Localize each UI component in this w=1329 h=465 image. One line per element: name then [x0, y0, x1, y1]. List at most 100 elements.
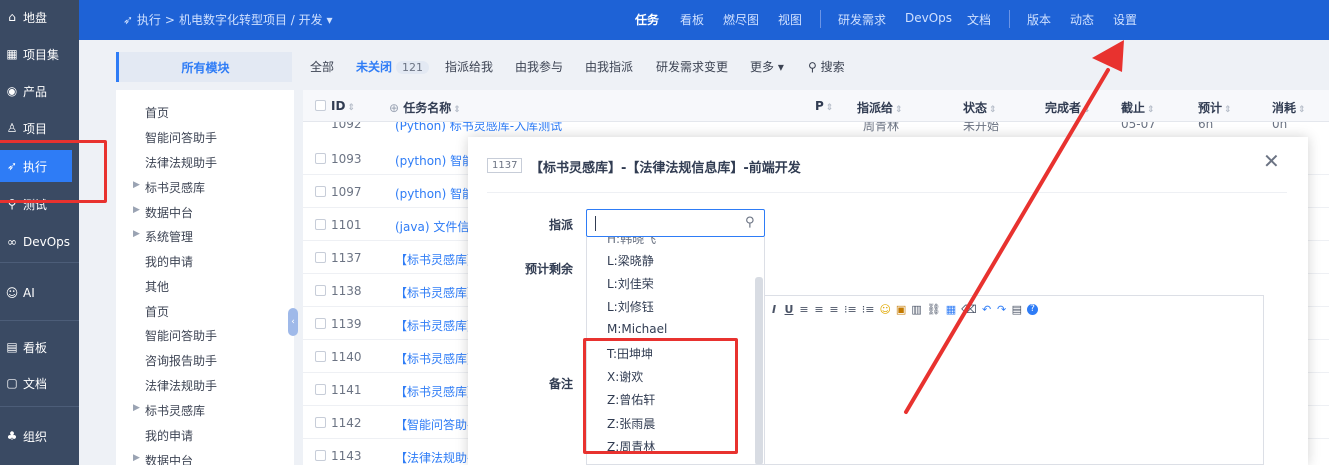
row-checkbox[interactable] [315, 153, 326, 164]
col-estimate[interactable]: 预计 ⇕ [1198, 99, 1232, 116]
assignee-option[interactable]: H:韩晓飞 [607, 237, 656, 247]
undo-icon[interactable]: ↶ [982, 303, 992, 316]
assignee-search-input[interactable]: ⚲ [586, 209, 765, 237]
module-item[interactable]: 法律法规助手 [145, 154, 217, 171]
col-name[interactable]: ⊕ 任务名称 ⇕ [389, 99, 461, 116]
search-button[interactable]: ⚲ 搜索 [808, 58, 845, 75]
col-deadline[interactable]: 截止 ⇕ [1121, 99, 1155, 116]
row-checkbox[interactable] [315, 450, 326, 461]
row-checkbox[interactable] [315, 219, 326, 230]
caret-right-icon[interactable]: ▶ [133, 205, 140, 215]
nav-item-product[interactable]: ◉ 产品 [0, 75, 79, 107]
tab-requirements[interactable]: 研发需求 [838, 11, 886, 28]
table-icon[interactable]: ▦ [946, 303, 956, 316]
redo-icon[interactable]: ↷ [997, 303, 1007, 316]
caret-right-icon[interactable]: ▶ [133, 403, 140, 413]
col-priority[interactable]: P ⇕ [815, 99, 833, 113]
cell-name[interactable]: (python) 智能 [395, 152, 474, 169]
module-item[interactable]: ▶ 标书灵感库 [133, 402, 205, 419]
align-center-icon[interactable]: ≡ [814, 303, 824, 316]
tab-devops[interactable]: DevOps [905, 11, 952, 25]
row-checkbox[interactable] [315, 318, 326, 329]
nav-item-devops[interactable]: ∞ DevOps [0, 226, 79, 258]
source-icon[interactable]: ▤ [1012, 303, 1022, 316]
help-icon[interactable]: ? [1027, 303, 1039, 315]
collapse-sidebar-handle[interactable]: ‹ [288, 308, 298, 336]
tab-version[interactable]: 版本 [1027, 11, 1051, 28]
emoji-icon[interactable]: ☺ [879, 303, 890, 316]
cell-name[interactable]: 【标书灵感库】 [395, 284, 479, 301]
module-item[interactable]: 我的申请 [145, 427, 193, 444]
module-item[interactable]: 法律法规助手 [145, 377, 217, 394]
tab-settings[interactable]: 设置 [1113, 11, 1137, 28]
module-item[interactable]: ▶ 系统管理 [133, 228, 193, 245]
cell-name[interactable]: 【法律法规助手 [395, 449, 479, 465]
tab-kanban[interactable]: 看板 [680, 11, 704, 28]
cell-name[interactable]: (java) 文件信 [395, 218, 469, 235]
caret-right-icon[interactable]: ▶ [133, 453, 140, 463]
col-id[interactable]: ID ⇕ [331, 99, 355, 113]
table-row-partial[interactable]: 1092 (Python) 标书灵感库-入库测试 周青林 未开始 05-07 6… [303, 122, 1329, 134]
module-item[interactable]: 智能问答助手 [145, 327, 217, 344]
module-item[interactable]: 其他 [145, 278, 169, 295]
breadcrumb-path[interactable]: 机电数字化转型项目 / 开发 [179, 13, 323, 27]
ordered-list-icon[interactable]: ⁝≡ [844, 303, 857, 316]
filter-assigned-by-me[interactable]: 由我指派 [585, 58, 633, 75]
breadcrumb-root[interactable]: 执行 [137, 13, 161, 27]
nav-item-kanban[interactable]: ▤ 看板 [0, 331, 79, 363]
nav-item-ai[interactable]: ☺ AI [0, 277, 79, 309]
caret-right-icon[interactable]: ▶ [133, 229, 140, 239]
filter-requirement-change[interactable]: 研发需求变更 [656, 58, 728, 75]
module-item[interactable]: 首页 [145, 104, 169, 121]
row-checkbox[interactable] [315, 417, 326, 428]
align-left-icon[interactable]: ≡ [799, 303, 809, 316]
cell-name[interactable]: 【标书灵感库】 [395, 350, 479, 367]
italic-icon[interactable]: I [769, 303, 779, 316]
tab-view[interactable]: 视图 [778, 11, 802, 28]
assignee-option[interactable]: L:梁晓静 [607, 252, 654, 269]
chevron-down-icon[interactable]: ▾ [326, 13, 332, 27]
breadcrumb[interactable]: ➶ 执行 > 机电数字化转型项目 / 开发 ▾ [123, 11, 333, 28]
filter-involved[interactable]: 由我参与 [515, 58, 563, 75]
remark-editor[interactable]: I U ≡ ≡ ≡ ⁝≡ ⁝≡ ☺ ▣ ▥ ⛓ ▦ ⌫ ↶ ↷ ▤ ? [764, 295, 1264, 465]
align-right-icon[interactable]: ≡ [829, 303, 839, 316]
caret-right-icon[interactable]: ▶ [133, 180, 140, 190]
module-item[interactable]: 咨询报告助手 [145, 352, 217, 369]
row-checkbox[interactable] [315, 186, 326, 197]
tab-burndown[interactable]: 燃尽图 [723, 11, 759, 28]
filter-unclosed[interactable]: 未关闭 121 [356, 58, 430, 75]
nav-item-program[interactable]: ▦ 项目集 [0, 38, 79, 70]
assignee-option[interactable]: M:Michael [607, 322, 667, 336]
assignee-option[interactable]: L:刘修钰 [607, 298, 654, 315]
all-modules-header[interactable]: 所有模块 [116, 52, 292, 82]
col-finished-by[interactable]: 完成者 ⇕ [1045, 99, 1091, 116]
module-item[interactable]: 我的申请 [145, 253, 193, 270]
tab-doc[interactable]: 文档 [967, 11, 991, 28]
add-icon[interactable]: ⊕ [389, 101, 399, 115]
row-checkbox[interactable] [315, 384, 326, 395]
cell-name[interactable]: 【标书灵感库】 [395, 383, 479, 400]
select-all-checkbox[interactable] [315, 100, 326, 111]
module-item[interactable]: 首页 [145, 303, 169, 320]
nav-item-dashboard[interactable]: ⌂ 地盘 [0, 1, 79, 33]
eraser-icon[interactable]: ⌫ [961, 303, 977, 316]
module-item[interactable]: ▶ 数据中台 [133, 452, 193, 465]
cell-name[interactable]: (Python) 标书灵感库-入库测试 [395, 122, 562, 134]
col-status[interactable]: 状态 ⇕ [963, 99, 997, 116]
close-icon[interactable]: ✕ [1263, 149, 1280, 173]
cell-name[interactable]: (python) 智能 [395, 185, 474, 202]
module-item[interactable]: 智能问答助手 [145, 129, 217, 146]
cell-name[interactable]: 【智能问答助手 [395, 416, 479, 433]
row-checkbox[interactable] [315, 252, 326, 263]
col-consumed[interactable]: 消耗 ⇕ [1272, 99, 1306, 116]
underline-icon[interactable]: U [784, 303, 794, 316]
row-checkbox[interactable] [315, 285, 326, 296]
nav-item-org[interactable]: ♣ 组织 [0, 420, 79, 452]
filter-more[interactable]: 更多 ▾ [750, 58, 784, 75]
assignee-option[interactable]: L:刘佳荣 [607, 275, 654, 292]
link-icon[interactable]: ⛓ [927, 303, 941, 316]
cell-name[interactable]: 【标书灵感库】 [395, 317, 479, 334]
image-icon[interactable]: ▣ [896, 303, 906, 316]
unordered-list-icon[interactable]: ⁝≡ [862, 303, 875, 316]
filter-assigned-to-me[interactable]: 指派给我 [445, 58, 493, 75]
